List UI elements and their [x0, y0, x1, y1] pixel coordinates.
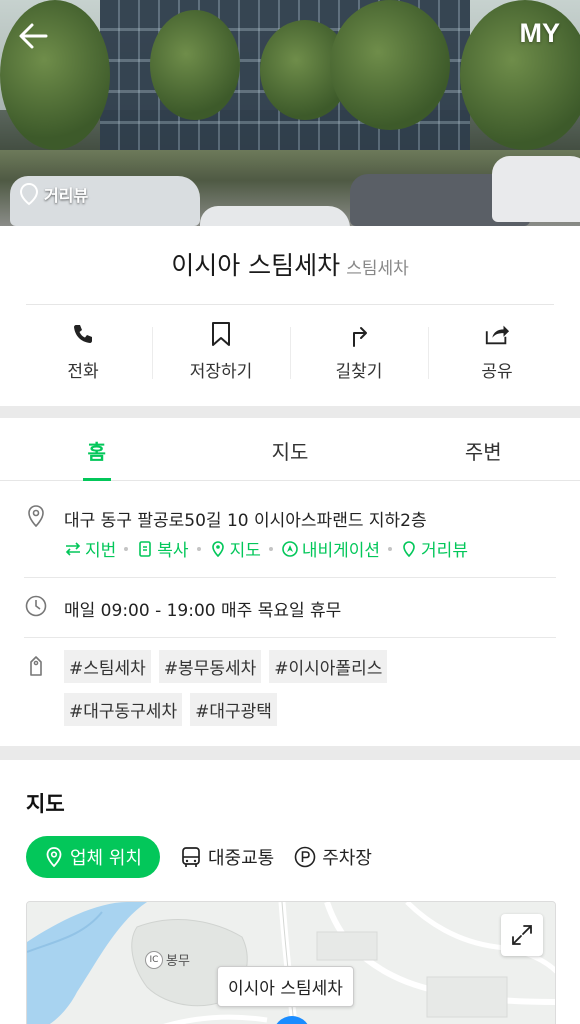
- tag-icon: [30, 656, 42, 676]
- navigation-label: 내비게이션: [301, 541, 381, 561]
- tab-map[interactable]: 지도: [193, 418, 386, 480]
- map-marker-label[interactable]: 이시아 스팀세차: [217, 966, 354, 1007]
- photo-tree: [330, 0, 450, 130]
- navigation-icon: [282, 540, 298, 557]
- back-button[interactable]: [14, 16, 54, 56]
- share-icon: [484, 321, 510, 347]
- streetview-link[interactable]: 거리뷰: [400, 536, 468, 561]
- divider: [24, 637, 556, 638]
- ic-label: 봉무: [166, 954, 190, 969]
- address-links: 지번 복사 지도 내비게이션 거리뷰: [64, 536, 468, 561]
- public-transit-label: 대중교통: [207, 848, 275, 869]
- tab-bar: 홈 지도 주변: [0, 418, 580, 481]
- jibun-link[interactable]: 지번: [64, 536, 116, 561]
- my-button[interactable]: MY: [520, 18, 561, 49]
- parking-icon: [294, 846, 316, 868]
- hours-row: 매일 09:00 - 19:00 매주 목요일 휴무: [24, 594, 556, 624]
- keyword-tag[interactable]: #대구동구세차: [64, 693, 183, 726]
- save-label: 저장하기: [189, 362, 253, 382]
- action-bar: 전화 저장하기 길찾기 공유: [14, 321, 566, 391]
- separator-dot: [196, 546, 201, 551]
- copy-icon: [139, 540, 152, 557]
- ic-marker: IC 봉무: [145, 950, 190, 969]
- place-header: 이시아 스팀세차 스팀세차 전화 저장하기 길찾기 공유: [0, 226, 580, 406]
- photo-tree: [150, 10, 240, 120]
- business-location-label: 업체 위치: [70, 848, 142, 869]
- streetview-badge[interactable]: 거리뷰: [18, 182, 88, 206]
- map-section: 지도 업체 위치 대중교통 주차장 IC 봉무 이시아 스팀세차: [0, 760, 580, 1024]
- parking-chip[interactable]: 주차장: [294, 836, 372, 878]
- streetview-label: 거리뷰: [44, 186, 89, 205]
- separator-dot: [124, 546, 129, 551]
- arrow-left-icon: [19, 23, 48, 49]
- map-section-title: 지도: [26, 792, 65, 816]
- place-title: 이시아 스팀세차 스팀세차: [0, 246, 580, 282]
- keyword-tag[interactable]: #대구광택: [190, 693, 277, 726]
- swap-icon: [65, 541, 81, 556]
- navigation-link[interactable]: 내비게이션: [281, 536, 380, 561]
- keyword-tags: #스팀세차 #봉무동세차 #이시아폴리스 #대구동구세차 #대구광택: [64, 650, 464, 726]
- expand-map-button[interactable]: [501, 914, 543, 956]
- place-name: 이시아 스팀세차: [171, 251, 341, 280]
- phone-icon: [70, 321, 96, 347]
- public-transit-chip[interactable]: 대중교통: [180, 836, 274, 878]
- location-pin-icon: [211, 540, 224, 557]
- divider: [24, 577, 556, 578]
- separator-dot: [388, 546, 393, 551]
- photo-car: [492, 156, 580, 222]
- call-label: 전화: [67, 362, 99, 382]
- street-view-photo[interactable]: MY 거리뷰: [0, 0, 580, 226]
- keyword-tag[interactable]: #봉무동세차: [158, 650, 262, 683]
- photo-car: [200, 206, 350, 226]
- keyword-tag[interactable]: #스팀세차: [64, 650, 151, 683]
- hours-text: 매일 09:00 - 19:00 매주 목요일 휴무: [64, 601, 342, 621]
- bus-icon: [182, 847, 200, 867]
- business-location-chip[interactable]: 업체 위치: [26, 836, 160, 878]
- place-category: 스팀세차: [346, 259, 409, 279]
- map-preview[interactable]: IC 봉무 이시아 스팀세차: [26, 901, 556, 1024]
- directions-label: 길찾기: [335, 362, 383, 382]
- tab-home[interactable]: 홈: [0, 418, 193, 481]
- section-separator: [0, 406, 580, 418]
- expand-icon: [512, 925, 532, 945]
- map-filter-chips: 업체 위치 대중교통 주차장: [26, 836, 372, 878]
- call-button[interactable]: 전화: [14, 321, 152, 391]
- share-label: 공유: [481, 362, 513, 382]
- clock-icon: [25, 595, 47, 617]
- keyword-tag[interactable]: #이시아폴리스: [269, 650, 388, 683]
- copy-label: 복사: [157, 541, 189, 561]
- location-pin-icon: [28, 505, 44, 528]
- bookmark-icon: [208, 321, 234, 347]
- address-row: 대구 동구 팔공로50길 10 이시아스파랜드 지하2층 지번 복사 지도 내비…: [24, 504, 556, 584]
- directions-button[interactable]: 길찾기: [290, 321, 428, 391]
- share-button[interactable]: 공유: [428, 321, 566, 391]
- streetview-link-label: 거리뷰: [421, 541, 468, 561]
- directions-icon: [346, 321, 372, 347]
- ic-badge-icon: IC: [145, 950, 163, 969]
- map-link-label: 지도: [229, 541, 261, 561]
- section-separator: [0, 746, 580, 760]
- address-text: 대구 동구 팔공로50길 10 이시아스파랜드 지하2층: [64, 511, 427, 531]
- copy-link[interactable]: 복사: [136, 536, 189, 561]
- location-pin-icon: [46, 847, 62, 868]
- location-pin-icon: [403, 540, 415, 557]
- divider: [26, 304, 554, 305]
- jibun-label: 지번: [85, 541, 117, 561]
- save-button[interactable]: 저장하기: [152, 321, 290, 391]
- location-pin-icon: [19, 182, 39, 206]
- tab-nearby[interactable]: 주변: [387, 418, 580, 480]
- parking-label: 주차장: [322, 848, 372, 869]
- map-link[interactable]: 지도: [209, 536, 261, 561]
- separator-dot: [268, 546, 273, 551]
